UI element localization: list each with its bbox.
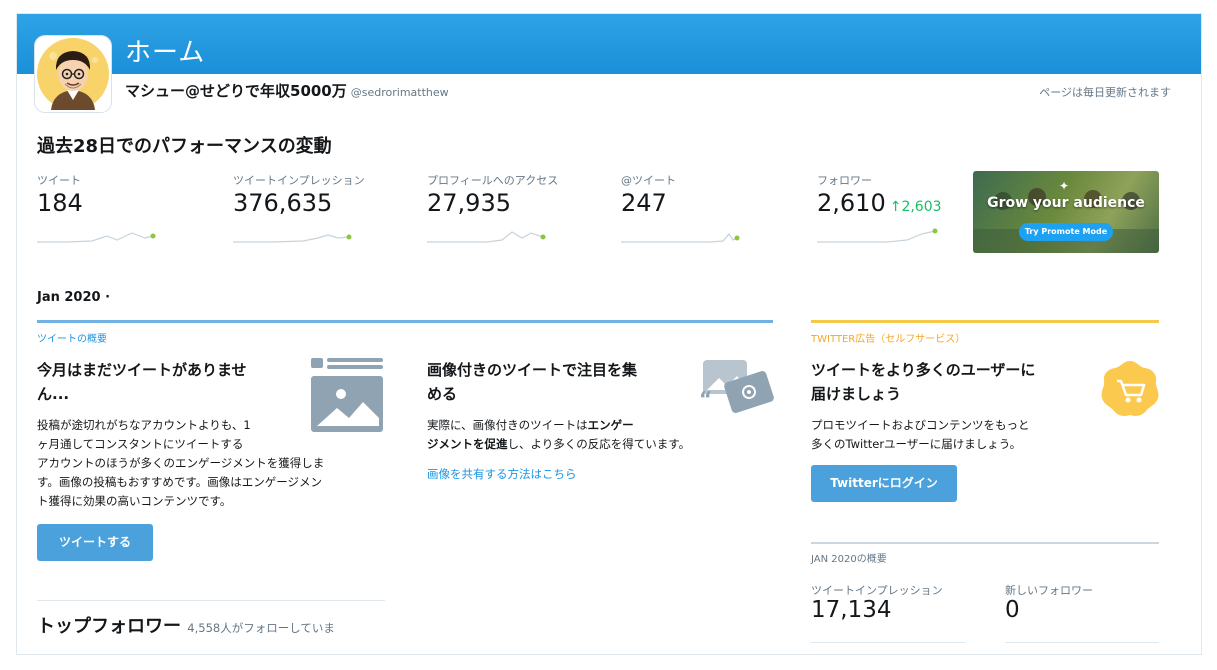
body-text: し、より多くの反応を得ています。 [507,437,691,451]
image-tweets-title-line2: める [427,385,458,403]
top-followers-header: トップフォロワー 4,558人がフォローしていま [37,612,335,638]
ads-body: プロモツイートおよびコンテンツをもっと 多くのTwitterユーザーに届けましょ… [811,416,1030,454]
top-followers-title: トップフォロワー [37,616,181,637]
metric-label: ツイート [37,174,81,187]
profile-visits-sparkline [427,231,546,243]
metric-followers[interactable]: フォロワー 2,610 ↑2,603 [817,172,942,220]
follower-change: ↑2,603 [889,199,942,215]
impressions-value: 17,134 [811,597,892,623]
ads-heading: TWITTER広告（セルフサービス） [811,334,966,345]
metric-value: 184 [37,189,83,217]
tweet-summary-heading: ツイートの概要 [37,334,107,345]
avatar-illustration [37,38,109,110]
body-text: 実際に、画像付きのツイートは [427,418,588,432]
analytics-frame: ホーム マシュー@せどりで年収5000万 @sedrorimatthew ページは… [16,13,1202,655]
cart-badge-icon [1101,361,1159,416]
body-line: 実際に、画像付きのツイートはエンゲー [427,416,690,435]
header-banner: ホーム [17,14,1201,74]
svg-text:“: “ [699,387,712,411]
image-share-icon: “ [699,360,774,413]
body-line: 多くのTwitterユーザーに届けましょう。 [811,437,1022,451]
account-handle[interactable]: @sedrorimatthew [351,86,449,99]
update-note: ページは毎日更新されます [1039,86,1171,99]
metric-value: 2,610 ↑2,603 [817,190,942,220]
twitter-login-button[interactable]: Twitterにログイン [811,465,957,502]
top-followers-subtitle: 4,558人がフォローしていま [187,621,335,635]
body-emphasis: ジメントを促進 [427,437,508,451]
display-name: マシュー@せどりで年収5000万 [125,82,347,100]
no-tweets-title: 今月はまだツイートがありませ ん... [37,358,247,406]
page-title: ホーム [125,38,206,68]
bird-icon: ✦ [1059,179,1070,193]
image-tweets-body: 実際に、画像付きのツイートはエンゲー ジメントを促進し、より多くの反応を得ていま… [427,416,690,454]
body-line: 投稿が途切れがちなアカウントよりも、1 [37,418,251,432]
account-name: マシュー@せどりで年収5000万 @sedrorimatthew [125,80,449,101]
no-tweets-title-line1: 今月はまだツイートがありませ [37,361,247,379]
metric-mentions[interactable]: @ツイート 247 [621,172,676,216]
metric-label: プロフィールへのアクセス [427,174,559,187]
ads-title: ツイートをより多くのユーザーに 届けましょう [811,358,1035,406]
no-tweets-body: 投稿が途切れがちなアカウントよりも、1 ヶ月通してコンスタントにツイートする ア… [37,416,324,511]
body-line: アカウントのほうが多くのエンゲージメントを獲得しま [37,456,325,470]
metric-value: 376,635 [233,189,333,217]
body-line: ジメントを促進し、より多くの反応を得ています。 [427,435,690,454]
promo-title: Grow your audience [987,195,1145,211]
metric-label: フォロワー [817,174,872,187]
promote-mode-button[interactable]: Try Promote Mode [1019,223,1113,241]
month-selector[interactable]: Jan 2020 · [37,290,110,305]
avatar[interactable] [35,36,111,112]
follower-count: 2,610 [817,189,886,217]
performance-title: 過去28日でのパフォーマンスの変動 [37,136,332,157]
tweet-button[interactable]: ツイートする [37,524,153,561]
body-line: す。画像の投稿もおすすめです。画像はエンゲージメン [37,475,322,489]
top-followers-divider [37,600,385,601]
tweets-sparkline [37,232,156,243]
body-line: プロモツイートおよびコンテンツをもっと [811,418,1030,432]
metric-impressions[interactable]: ツイートインプレッション 376,635 [233,172,365,216]
ads-title-line1: ツイートをより多くのユーザーに [811,361,1036,379]
impressions-sparkline [233,234,352,243]
body-line: ヶ月通してコンスタントにツイートする [37,437,244,451]
metric-label: ツイートインプレッション [233,174,365,187]
mentions-sparkline [621,233,740,243]
metric-label: @ツイート [621,174,676,187]
followers-sparkline [817,228,938,243]
monthly-summary-heading: JAN 2020の概要 [811,554,887,565]
image-tweets-title: 画像付きのツイートで注目を集 める [427,358,637,406]
promote-mode-card[interactable]: ✦ Grow your audience Try Promote Mode [973,171,1159,253]
tweet-summary-rule [37,320,773,323]
impressions-label: ツイートインプレッション [811,584,943,597]
metric-value: 247 [621,189,667,217]
image-tweets-title-line1: 画像付きのツイートで注目を集 [427,361,638,379]
metric-value: 27,935 [427,189,511,217]
metric-tweets[interactable]: ツイート 184 [37,172,83,216]
summary-divider [811,542,1159,544]
share-image-link[interactable]: 画像を共有する方法はこちら [427,466,577,482]
metric-profile-visits[interactable]: プロフィールへのアクセス 27,935 [427,172,558,216]
ads-title-line2: 届けましょう [811,385,902,403]
summary-underline [811,642,965,643]
new-followers-label: 新しいフォロワー [1005,584,1093,597]
body-line: ト獲得に効果の高いコンテンツです。 [37,494,232,508]
summary-underline [1005,642,1159,643]
no-tweets-title-line2: ん... [37,385,70,403]
ads-rule [811,320,1159,323]
body-emphasis: エンゲー [587,418,634,432]
new-followers-value: 0 [1005,597,1020,623]
